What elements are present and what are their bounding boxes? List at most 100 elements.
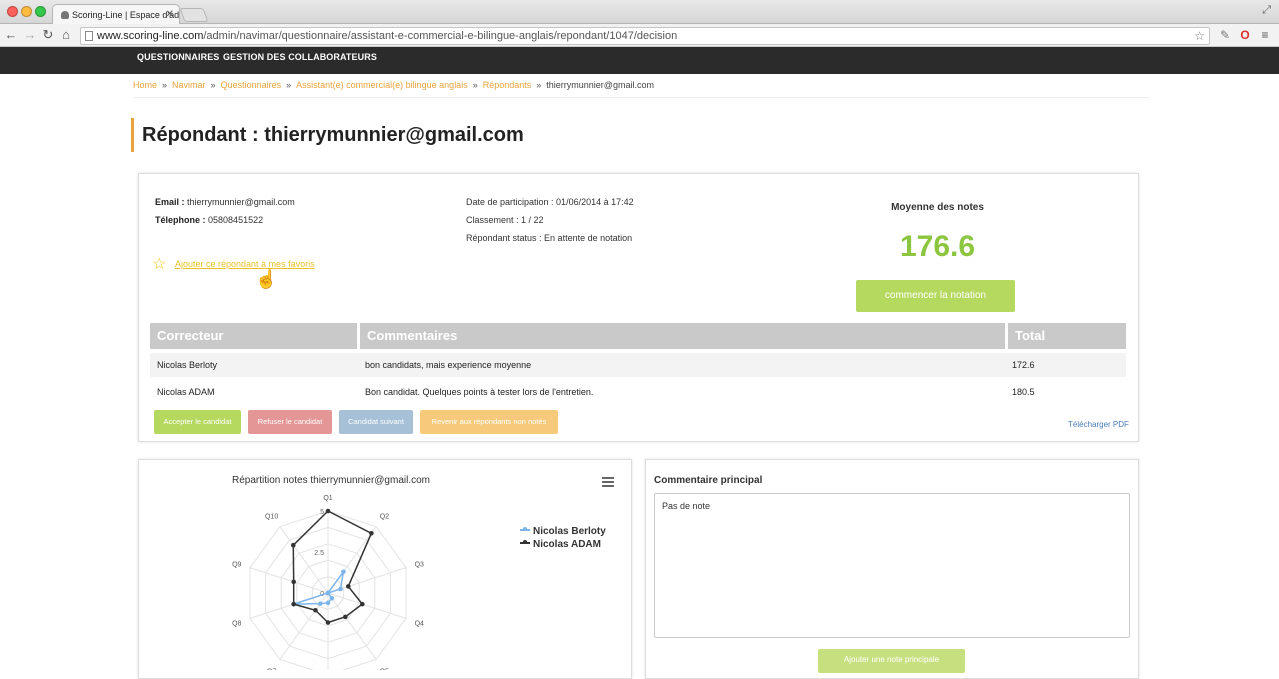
radar-chart: Q1Q2Q3Q4Q5Q6Q7Q8Q9Q1002.55: [232, 495, 424, 670]
cell-total: 180.5: [1012, 387, 1035, 397]
axis-label-q5: Q5: [380, 669, 389, 670]
close-tab-icon[interactable]: ✕: [166, 5, 174, 25]
email-value: thierrymunnier@gmail.com: [187, 197, 295, 207]
cell-commentaire: Bon candidat. Quelques points à tester l…: [365, 387, 594, 397]
data-point: [291, 579, 296, 585]
reload-icon[interactable]: ↻: [40, 26, 56, 44]
axis-label-q1: Q1: [323, 495, 332, 502]
back-to-unrated-button[interactable]: Revenir aux répondants non notés: [420, 410, 558, 434]
legend-item[interactable]: Nicolas ADAM: [520, 538, 606, 551]
nav-gestion-collaborateurs[interactable]: GESTION DES COLLABORATEURS: [223, 47, 377, 67]
series-line-2: [292, 510, 373, 624]
column-header-total: Total: [1008, 323, 1126, 349]
table-row: Nicolas Berloty bon candidats, mais expe…: [150, 353, 1126, 377]
data-point: [325, 620, 331, 625]
cell-commentaire: bon candidats, mais experience moyenne: [365, 360, 532, 370]
fullscreen-icon[interactable]: ⤢: [1262, 4, 1271, 17]
hand-cursor-icon: ☝: [255, 269, 278, 289]
chart-title: Répartition notes thierrymunnier@gmail.c…: [231, 475, 430, 486]
axis-label-q10: Q10: [265, 513, 278, 520]
address-bar[interactable]: www.scoring-line.com/admin/navimar/quest…: [80, 27, 1210, 45]
data-point: [338, 586, 343, 592]
data-point: [313, 607, 318, 613]
user-icon: [61, 11, 69, 19]
main-comment-textarea[interactable]: Pas de note: [654, 493, 1130, 638]
close-window-button[interactable]: [7, 6, 18, 17]
add-favorite-link[interactable]: Ajouter ce répondant à mes favoris: [175, 259, 315, 269]
new-tab-button[interactable]: [179, 8, 209, 22]
tab-title: Scoring-Line | Espace d'ad: [72, 10, 180, 20]
url-domain: www.scoring-line.com: [97, 30, 204, 42]
axis-label-q9: Q9: [232, 561, 241, 568]
average-label: Moyenne des notes: [891, 202, 984, 213]
grid-spoke: [249, 567, 329, 594]
page-title: Répondant : thierrymunnier@gmail.com: [131, 118, 524, 152]
breadcrumb-current: thierrymunnier@gmail.com: [546, 80, 654, 90]
average-value: 176.6: [899, 230, 976, 263]
data-point: [325, 508, 331, 514]
legend-label: Nicolas Berloty: [533, 526, 606, 537]
phone-line: Télephone : 05808451522: [155, 215, 263, 225]
legend-marker: [520, 540, 530, 544]
grid-spoke: [327, 592, 407, 619]
breadcrumb: Home» Navimar» Questionnaires» Assistant(e)…: [133, 80, 654, 90]
browser-tab[interactable]: Scoring-Line | Espace d'ad ✕: [52, 4, 180, 25]
data-point: [325, 590, 331, 596]
legend-item[interactable]: Nicolas Berloty: [520, 525, 606, 538]
opera-extension-icon[interactable]: O: [1238, 28, 1252, 42]
axis-label-q8: Q8: [232, 621, 241, 628]
browser-toolbar: ← → ↻ ⌂ www.scoring-line.com/admin/navim…: [0, 24, 1279, 47]
data-point: [329, 596, 335, 601]
breadcrumb-questionnaire[interactable]: Assistant(e) commercial(e) bilingue angl…: [296, 80, 468, 90]
phone-value: 05808451522: [208, 215, 264, 225]
back-arrow-icon[interactable]: ←: [3, 26, 19, 44]
refuse-candidate-button[interactable]: Refuser le candidat: [248, 410, 332, 434]
browser-menu-icon[interactable]: ≡: [1258, 28, 1272, 42]
column-header-correcteur: Correcteur: [150, 323, 357, 349]
home-icon[interactable]: ⌂: [58, 26, 74, 44]
cell-correcteur: Nicolas Berloty: [157, 360, 218, 370]
participation-date: Date de participation : 01/06/2014 à 17:…: [466, 197, 634, 207]
minimize-window-button[interactable]: [21, 6, 32, 17]
divider: [133, 97, 1150, 98]
accept-candidate-button[interactable]: Accepter le candidat: [154, 410, 241, 434]
page-icon: [85, 31, 93, 41]
start-scoring-button[interactable]: commencer la notation: [856, 280, 1015, 312]
chart-legend: Nicolas Berloty Nicolas ADAM: [520, 525, 606, 551]
legend-marker: [520, 527, 530, 531]
bookmark-star-icon[interactable]: ☆: [1194, 28, 1205, 44]
cell-total: 172.6: [1012, 360, 1035, 370]
breadcrumb-home[interactable]: Home: [133, 80, 157, 90]
tick-label: 2.5: [314, 550, 324, 557]
data-point: [325, 600, 331, 606]
data-point: [343, 614, 348, 620]
axis-label-q2: Q2: [380, 513, 389, 520]
email-line: Email : thierrymunnier@gmail.com: [155, 197, 295, 207]
forward-arrow-icon[interactable]: →: [22, 26, 38, 44]
breadcrumb-repondants[interactable]: Répondants: [483, 80, 532, 90]
grid-spoke: [327, 592, 377, 660]
url-path: /admin/navimar/questionnaire/assistant-e…: [203, 30, 678, 42]
email-label: Email :: [155, 197, 185, 207]
site-navbar: QUESTIONNAIRES GESTION DES COLLABORATEUR…: [0, 47, 1279, 74]
grid-spoke: [279, 526, 329, 594]
breadcrumb-navimar[interactable]: Navimar: [172, 80, 206, 90]
breadcrumb-questionnaires[interactable]: Questionnaires: [221, 80, 282, 90]
data-point: [369, 530, 374, 536]
ranking: Classement : 1 / 22: [466, 215, 544, 225]
data-point: [360, 601, 365, 607]
chart-menu-icon[interactable]: [602, 477, 614, 487]
eyedropper-extension-icon[interactable]: ✎: [1218, 28, 1232, 42]
cell-correcteur: Nicolas ADAM: [157, 387, 215, 397]
nav-questionnaires[interactable]: QUESTIONNAIRES: [137, 47, 219, 67]
phone-label: Télephone :: [155, 215, 206, 225]
next-candidate-button[interactable]: Candidat suivant: [339, 410, 413, 434]
add-main-note-button[interactable]: Ajouter une note principale: [818, 649, 965, 673]
zoom-window-button[interactable]: [35, 6, 46, 17]
legend-label: Nicolas ADAM: [533, 539, 601, 550]
data-point: [345, 584, 351, 589]
data-point: [290, 542, 296, 548]
star-icon[interactable]: ☆: [152, 257, 166, 273]
table-row: Nicolas ADAM Bon candidat. Quelques poin…: [150, 380, 1126, 404]
download-pdf-link[interactable]: Télécharger PDF: [1068, 420, 1129, 429]
